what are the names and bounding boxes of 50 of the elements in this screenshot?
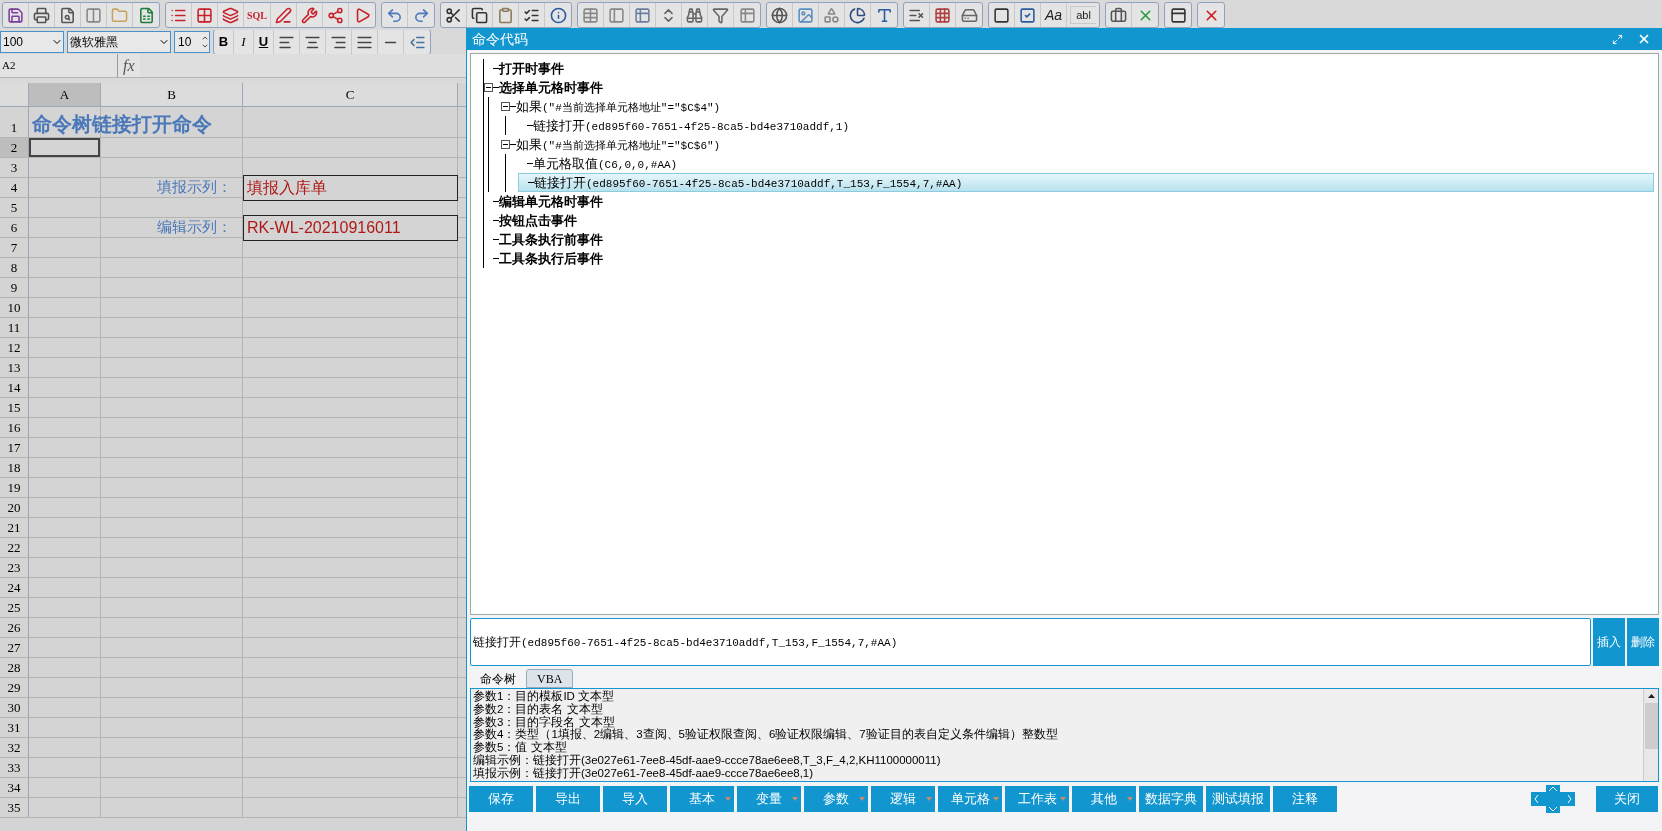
field-label: 填报示列： bbox=[157, 177, 233, 198]
tree-node-label[interactable]: 如果("#当前选择单元格地址"="$C$4") bbox=[516, 96, 721, 117]
font-select[interactable]: 微软雅黑 bbox=[67, 31, 171, 53]
selected-row[interactable]: 链接打开(ed895f60-7651-4f25-8ca5-bd4e3710addf,T_153,F_1554,7,#AA) bbox=[518, 173, 1654, 192]
tree-node-label[interactable]: 工具条执行后事件 bbox=[499, 248, 603, 269]
tree-node-label[interactable]: 如果("#当前选择单元格地址"="$C$6") bbox=[516, 134, 721, 155]
tree-node-label[interactable]: 编辑单元格时事件 bbox=[499, 191, 603, 212]
tree-node-label[interactable]: 工具条执行前事件 bbox=[499, 229, 603, 250]
tree-node-label[interactable]: 单元格取值(C6,0,0,#AA) bbox=[533, 153, 678, 174]
text-box-button[interactable]: abl bbox=[1070, 6, 1096, 24]
font-style-button[interactable]: Aa bbox=[1041, 3, 1067, 27]
help-text-line: 参数5：值 文本型 bbox=[473, 741, 567, 754]
row-header[interactable]: 2 bbox=[0, 138, 29, 157]
column-header[interactable]: B bbox=[101, 83, 243, 106]
expander-icon[interactable] bbox=[501, 140, 510, 149]
help-text-line: 编辑示例：链接打开(3e027e61-7ee8-45df-aae9-ccce78ae6ee8,T_3,F_4,2,KH1100000011) bbox=[473, 754, 942, 767]
help-text-line: 填报示例：链接打开(3e027e61-7ee8-45df-aae9-ccce78ae6ee8,1) bbox=[473, 766, 815, 780]
font-size-field[interactable]: 10 bbox=[174, 31, 210, 53]
maximize-icon[interactable] bbox=[1612, 33, 1623, 45]
tree-node-label[interactable]: 打开时事件 bbox=[499, 58, 564, 79]
active-cell[interactable] bbox=[29, 138, 100, 157]
help-text-line: 参数4：类型（1填报、2编辑、3查阅、5验证权限查阅、6验证权限编辑、7验证目的表自定义条件编辑）整数型 bbox=[473, 728, 1059, 742]
expander-icon[interactable] bbox=[484, 83, 493, 92]
tree-node-label[interactable]: 链接打开(ed895f60-7651-4f25-8ca5-bd4e3710addf,T_153,F_1554,7,#AA) bbox=[534, 172, 963, 193]
name-box[interactable]: A2 bbox=[0, 54, 118, 77]
expander-icon[interactable] bbox=[501, 102, 510, 111]
close-icon[interactable] bbox=[1637, 32, 1651, 46]
tree-node-label[interactable]: 按钮点击事件 bbox=[499, 210, 577, 231]
field-value: RK-WL-20210916011 bbox=[246, 218, 401, 238]
zoom-select[interactable]: 100 bbox=[0, 31, 64, 53]
dialog-title: 命令代码 bbox=[472, 29, 528, 49]
navigation-arrows-icon[interactable] bbox=[1531, 785, 1575, 813]
command-editor[interactable]: 链接打开(ed895f60-7651-4f25-8ca5-bd4e3710addf,T_153,F_1554,7,#AA) bbox=[470, 618, 1591, 666]
function-icon[interactable]: fx bbox=[118, 53, 140, 78]
scrollbar[interactable] bbox=[1643, 689, 1658, 781]
sql-button[interactable]: SQL bbox=[244, 3, 271, 27]
help-text-line: 参数1：目的模板ID 文本型 bbox=[473, 690, 616, 703]
help-text-line: 参数3：目的字段名 文本型 bbox=[473, 715, 615, 729]
tree-node-label[interactable]: 选择单元格时事件 bbox=[499, 77, 603, 98]
scroll-up-icon[interactable] bbox=[1647, 694, 1655, 698]
sheet-title: 命令树链接打开命令 bbox=[32, 112, 212, 137]
spinner-icon[interactable] bbox=[201, 34, 209, 50]
tree-node-label[interactable]: 链接打开(ed895f60-7651-4f25-8ca5-bd4e3710addf,1) bbox=[533, 115, 850, 136]
column-header[interactable]: C bbox=[243, 83, 458, 106]
formula-field[interactable] bbox=[139, 54, 466, 77]
column-header[interactable]: A bbox=[29, 83, 101, 106]
field-label: 编辑示列： bbox=[157, 217, 233, 238]
help-text-line: 参数2：目的表名 文本型 bbox=[473, 702, 604, 715]
field-value: 填报入库单 bbox=[246, 178, 327, 198]
tab[interactable]: VBA bbox=[526, 669, 574, 688]
